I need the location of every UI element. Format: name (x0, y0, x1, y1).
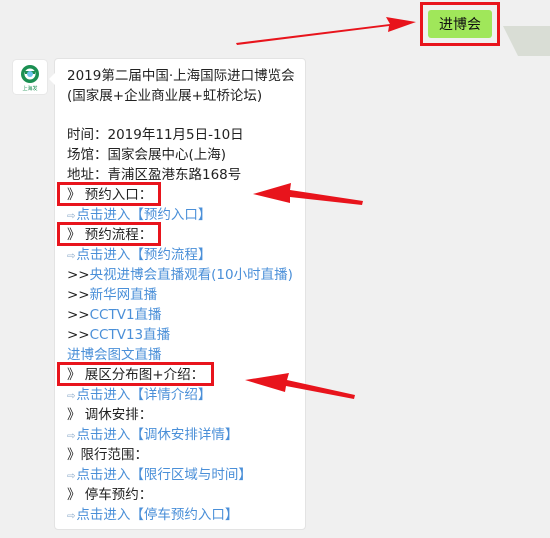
link-arrow-icon: ⇨ (67, 511, 76, 522)
link-cctv13-row: >>CCTV13直播 (67, 325, 170, 345)
link-prefix: >> (67, 327, 90, 343)
avatar[interactable]: 上海发 (13, 60, 47, 94)
message-card: 2019第二届中国·上海国际进口博览会 (国家展+企业商业展+虹桥论坛) 时间：… (49, 58, 306, 530)
link-arrow-icon: ⇨ (67, 431, 76, 442)
highlight-box-sent-message: 进博会 (420, 2, 500, 46)
card-title-line2: (国家展+企业商业展+虹桥论坛) (67, 88, 263, 104)
link-xinhua-row: >>新华网直播 (67, 285, 157, 305)
card-title-line1: 2019第二届中国·上海国际进口博览会 (67, 68, 295, 84)
section-holiday: 》 调休安排： (67, 407, 153, 423)
link-label: 点击进入【详情介绍】 (76, 387, 212, 403)
link-cctv-live-row: >>央视进博会直播观看(10小时直播) (67, 265, 293, 285)
section-reservation-flow: 》 预约流程： (67, 227, 153, 243)
section-hall-map: 》 展区分布图+介绍： (67, 367, 205, 383)
event-address: 地址：青浦区盈港东路168号 (67, 167, 242, 183)
link-label: 点击进入【限行区域与时间】 (76, 467, 252, 483)
link-label: 点击进入【预约入口】 (76, 207, 212, 223)
link-cctv1[interactable]: CCTV1直播 (90, 307, 162, 323)
link-cctv-live[interactable]: 央视进博会直播观看(10小时直播) (90, 267, 293, 283)
link-arrow-icon: ⇨ (67, 391, 76, 402)
link-arrow-icon: ⇨ (67, 251, 76, 262)
link-xinhua[interactable]: 新华网直播 (90, 287, 158, 303)
link-restriction[interactable]: ⇨点击进入【限行区域与时间】 (67, 465, 252, 487)
link-parking[interactable]: ⇨点击进入【停车预约入口】 (67, 505, 238, 527)
section-restriction: 》限行范围： (67, 447, 148, 463)
link-arrow-icon: ⇨ (67, 211, 76, 222)
link-prefix: >> (67, 267, 90, 283)
event-venue: 场馆：国家会展中心(上海) (67, 147, 227, 163)
link-reservation-flow[interactable]: ⇨点击进入【预约流程】 (67, 245, 211, 267)
sent-message-bubble[interactable]: 进博会 (428, 10, 492, 38)
link-label: 点击进入【预约流程】 (76, 247, 212, 263)
link-reservation-entry[interactable]: ⇨点击进入【预约入口】 (67, 205, 211, 227)
avatar-caption: 上海发 (22, 86, 38, 92)
event-time: 时间：2019年11月5日-10日 (67, 127, 244, 143)
link-photo-live[interactable]: 进博会图文直播 (67, 345, 162, 365)
link-cctv1-row: >>CCTV1直播 (67, 305, 162, 325)
arrow-to-sent-message (236, 17, 416, 45)
link-holiday[interactable]: ⇨点击进入【调休安排详情】 (67, 425, 238, 447)
next-message-peek (503, 26, 550, 56)
section-reservation-entry: 》 预约入口： (67, 187, 153, 203)
link-cctv13[interactable]: CCTV13直播 (90, 327, 171, 343)
link-label: 点击进入【调休安排详情】 (76, 427, 239, 443)
link-arrow-icon: ⇨ (67, 471, 76, 482)
link-hall-map[interactable]: ⇨点击进入【详情介绍】 (67, 385, 211, 407)
link-prefix: >> (67, 287, 90, 303)
link-prefix: >> (67, 307, 90, 323)
section-parking: 》 停车预约： (67, 487, 153, 503)
link-label: 点击进入【停车预约入口】 (76, 507, 239, 523)
